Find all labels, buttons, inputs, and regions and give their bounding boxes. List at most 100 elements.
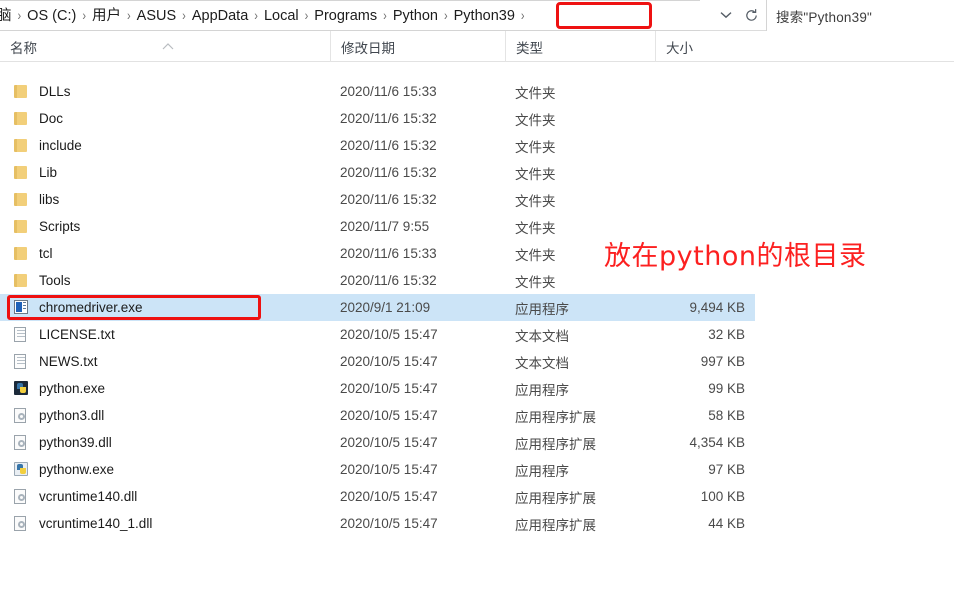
dll-icon: [12, 434, 29, 451]
file-size-cell: 97 KB: [708, 462, 745, 477]
file-date-cell: 2020/10/5 15:47: [340, 489, 438, 504]
breadcrumb-item[interactable]: 脑: [0, 5, 17, 27]
breadcrumb-item[interactable]: AppData: [187, 5, 253, 27]
file-name-cell[interactable]: python39.dll: [12, 429, 312, 456]
column-header-size-label: 大小: [666, 40, 693, 56]
breadcrumb-separator-icon: ›: [17, 8, 22, 23]
column-header-name-label: 名称: [10, 40, 37, 56]
dll-icon: [12, 488, 29, 505]
file-row[interactable]: Lib 2020/11/6 15:32 文件夹: [0, 159, 755, 186]
breadcrumb-separator-icon: ›: [254, 8, 258, 23]
file-name-cell[interactable]: chromedriver.exe: [12, 294, 312, 321]
file-name-cell[interactable]: DLLs: [12, 78, 312, 105]
file-name-label: python3.dll: [39, 408, 105, 423]
file-row[interactable]: NEWS.txt 2020/10/5 15:47 文本文档 997 KB: [0, 348, 755, 375]
search-input[interactable]: 搜索"Python39": [766, 0, 954, 31]
file-name-label: pythonw.exe: [39, 462, 115, 477]
breadcrumb-item[interactable]: Python: [388, 5, 443, 27]
file-name-label: chromedriver.exe: [39, 300, 143, 315]
breadcrumb-item[interactable]: OS (C:): [22, 5, 81, 27]
dll-icon: [12, 515, 29, 532]
file-row[interactable]: DLLs 2020/11/6 15:33 文件夹: [0, 78, 755, 105]
file-name-cell[interactable]: include: [12, 132, 312, 159]
dll-icon: [12, 407, 29, 424]
column-header-type[interactable]: 类型: [505, 31, 655, 62]
file-name-cell[interactable]: Lib: [12, 159, 312, 186]
file-name-cell[interactable]: vcruntime140_1.dll: [12, 510, 312, 537]
chevron-down-icon[interactable]: [714, 0, 738, 30]
breadcrumb[interactable]: 脑›OS (C:)›用户›ASUS›AppData›Local›Programs…: [0, 0, 700, 31]
file-row[interactable]: libs 2020/11/6 15:32 文件夹: [0, 186, 755, 213]
file-name-cell[interactable]: NEWS.txt: [12, 348, 312, 375]
file-name-label: LICENSE.txt: [39, 327, 115, 342]
file-type-cell: 文件夹: [515, 85, 556, 101]
file-type-cell: 应用程序扩展: [515, 517, 596, 533]
file-name-label: DLLs: [39, 84, 71, 99]
file-row[interactable]: vcruntime140_1.dll 2020/10/5 15:47 应用程序扩展 4…: [0, 510, 755, 537]
file-name-cell[interactable]: tcl: [12, 240, 312, 267]
file-name-label: vcruntime140.dll: [39, 489, 138, 504]
breadcrumb-item[interactable]: Python39: [449, 5, 520, 27]
breadcrumb-separator-icon: ›: [443, 8, 448, 23]
file-date-cell: 2020/11/6 15:32: [340, 111, 437, 126]
file-row[interactable]: chromedriver.exe 2020/9/1 21:09 应用程序 9,494 …: [0, 294, 755, 321]
file-list[interactable]: DLLs 2020/11/6 15:33 文件夹 Doc 2020/11/6 15:32…: [0, 62, 954, 611]
pythonw-exe-icon: [12, 461, 29, 478]
file-name-cell[interactable]: Doc: [12, 105, 312, 132]
file-name-cell[interactable]: libs: [12, 186, 312, 213]
file-name-cell[interactable]: vcruntime140.dll: [12, 483, 312, 510]
file-type-cell: 应用程序扩展: [515, 436, 596, 452]
folder-icon: [12, 218, 29, 235]
file-date-cell: 2020/10/5 15:47: [340, 327, 438, 342]
file-row[interactable]: python39.dll 2020/10/5 15:47 应用程序扩展 4,354 K…: [0, 429, 755, 456]
file-row[interactable]: pythonw.exe 2020/10/5 15:47 应用程序 97 KB: [0, 456, 755, 483]
breadcrumb-item[interactable]: ASUS: [132, 5, 182, 27]
breadcrumb-item[interactable]: Local: [259, 5, 304, 27]
file-type-cell: 文件夹: [515, 193, 556, 209]
file-name-cell[interactable]: Tools: [12, 267, 312, 294]
folder-icon: [12, 164, 29, 181]
file-name-label: libs: [39, 192, 60, 207]
file-row[interactable]: python.exe 2020/10/5 15:47 应用程序 99 KB: [0, 375, 755, 402]
breadcrumb-separator-icon: ›: [182, 8, 186, 23]
address-bar: 脑›OS (C:)›用户›ASUS›AppData›Local›Programs…: [0, 0, 954, 31]
folder-icon: [12, 110, 29, 127]
file-date-cell: 2020/9/1 21:09: [340, 300, 431, 315]
file-row[interactable]: python3.dll 2020/10/5 15:47 应用程序扩展 58 KB: [0, 402, 755, 429]
file-row[interactable]: include 2020/11/6 15:32 文件夹: [0, 132, 755, 159]
breadcrumb-item[interactable]: 用户: [87, 5, 126, 27]
search-placeholder: 搜索"Python39": [776, 9, 873, 25]
column-header-date[interactable]: 修改日期: [330, 31, 505, 62]
file-type-cell: 应用程序扩展: [515, 409, 596, 425]
refresh-icon[interactable]: [738, 0, 764, 30]
file-row[interactable]: vcruntime140.dll 2020/10/5 15:47 应用程序扩展 100…: [0, 483, 755, 510]
file-size-cell: 32 KB: [708, 327, 745, 342]
file-name-cell[interactable]: Scripts: [12, 213, 312, 240]
file-type-cell: 文本文档: [515, 355, 569, 371]
file-name-label: Doc: [39, 111, 64, 126]
column-header-size[interactable]: 大小: [655, 31, 757, 62]
file-name-label: Scripts: [39, 219, 81, 234]
column-header-row: 名称 修改日期 类型 大小: [0, 31, 954, 62]
file-date-cell: 2020/11/7 9:55: [340, 219, 430, 234]
file-name-cell[interactable]: python3.dll: [12, 402, 312, 429]
column-header-type-label: 类型: [516, 40, 543, 56]
column-header-date-label: 修改日期: [341, 40, 395, 56]
file-row[interactable]: LICENSE.txt 2020/10/5 15:47 文本文档 32 KB: [0, 321, 755, 348]
file-name-cell[interactable]: python.exe: [12, 375, 312, 402]
file-size-cell: 58 KB: [708, 408, 745, 423]
file-name-label: vcruntime140_1.dll: [39, 516, 153, 531]
file-date-cell: 2020/10/5 15:47: [340, 516, 438, 531]
file-type-cell: 应用程序扩展: [515, 490, 596, 506]
file-name-cell[interactable]: LICENSE.txt: [12, 321, 312, 348]
folder-icon: [12, 191, 29, 208]
file-type-cell: 文件夹: [515, 166, 556, 182]
file-type-cell: 文件夹: [515, 139, 556, 155]
breadcrumb-item[interactable]: Programs: [309, 5, 382, 27]
file-name-label: tcl: [39, 246, 53, 261]
folder-icon: [12, 245, 29, 262]
file-size-cell: 44 KB: [708, 516, 745, 531]
file-name-cell[interactable]: pythonw.exe: [12, 456, 312, 483]
file-size-cell: 4,354 KB: [689, 435, 745, 450]
file-row[interactable]: Doc 2020/11/6 15:32 文件夹: [0, 105, 755, 132]
